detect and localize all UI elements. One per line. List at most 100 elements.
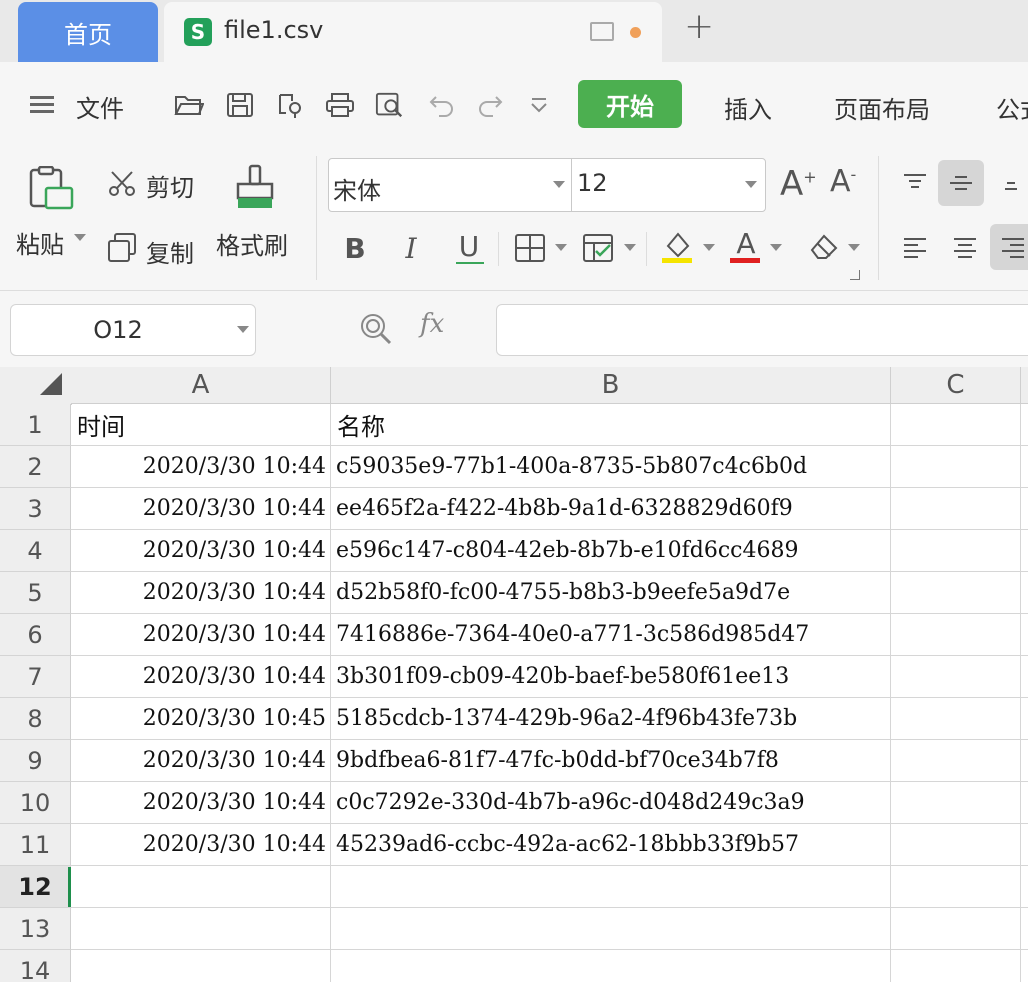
- table-cell[interactable]: [71, 908, 331, 950]
- table-cell[interactable]: [1021, 572, 1028, 614]
- monitor-icon[interactable]: [590, 22, 614, 41]
- row-header[interactable]: 6: [0, 614, 71, 656]
- print-preview-icon[interactable]: [375, 92, 405, 118]
- underline-button[interactable]: U: [454, 226, 484, 266]
- table-cell[interactable]: [891, 908, 1021, 950]
- row-header[interactable]: 11: [0, 824, 71, 866]
- grow-font-button[interactable]: A+: [780, 164, 817, 204]
- cell-style-dropdown-icon[interactable]: [624, 244, 636, 251]
- fill-color-dropdown-icon[interactable]: [703, 244, 715, 251]
- table-cell[interactable]: [1021, 782, 1028, 824]
- table-cell[interactable]: [1021, 824, 1028, 866]
- row-header[interactable]: 3: [0, 488, 71, 530]
- table-cell[interactable]: [891, 446, 1021, 488]
- font-name-dropdown-icon[interactable]: [553, 181, 565, 188]
- table-cell[interactable]: [331, 908, 891, 950]
- align-middle-icon[interactable]: [938, 160, 984, 206]
- table-cell[interactable]: [891, 866, 1021, 908]
- formula-input[interactable]: [496, 304, 1028, 356]
- font-size-field[interactable]: 12: [577, 169, 608, 197]
- table-cell[interactable]: ee465f2a-f422-4b8b-9a1d-6328829d60f9: [331, 488, 891, 530]
- borders-dropdown-icon[interactable]: [555, 244, 567, 251]
- table-cell[interactable]: [891, 530, 1021, 572]
- row-header[interactable]: 14: [0, 950, 71, 982]
- align-top-icon[interactable]: [892, 160, 938, 206]
- copy-button[interactable]: 复制: [146, 234, 194, 269]
- save-icon[interactable]: [225, 92, 255, 118]
- customize-dropdown-icon[interactable]: [524, 92, 554, 118]
- table-cell[interactable]: [1021, 740, 1028, 782]
- tab-start[interactable]: 开始: [578, 80, 682, 128]
- table-cell[interactable]: 2020/3/30 10:44: [71, 572, 331, 614]
- table-cell[interactable]: [1021, 614, 1028, 656]
- row-header-selected[interactable]: 12: [0, 866, 71, 908]
- open-folder-icon[interactable]: [174, 92, 204, 118]
- table-cell[interactable]: 2020/3/30 10:44: [71, 740, 331, 782]
- column-header-d[interactable]: [1021, 367, 1028, 404]
- undo-icon[interactable]: [427, 92, 457, 118]
- table-cell[interactable]: [1021, 530, 1028, 572]
- export-icon[interactable]: [276, 92, 306, 118]
- tab-file[interactable]: S file1.csv: [164, 2, 662, 62]
- table-cell[interactable]: 2020/3/30 10:44: [71, 488, 331, 530]
- print-icon[interactable]: [325, 92, 355, 118]
- row-header[interactable]: 4: [0, 530, 71, 572]
- paste-icon[interactable]: [28, 165, 74, 212]
- table-cell[interactable]: [1021, 488, 1028, 530]
- table-cell[interactable]: [891, 824, 1021, 866]
- table-cell[interactable]: [891, 488, 1021, 530]
- align-center-icon[interactable]: [942, 224, 988, 270]
- hamburger-menu-icon[interactable]: [30, 96, 54, 99]
- row-header[interactable]: 5: [0, 572, 71, 614]
- font-size-dropdown-icon[interactable]: [745, 181, 757, 188]
- font-color-dropdown-icon[interactable]: [770, 244, 782, 251]
- table-cell[interactable]: 2020/3/30 10:44: [71, 614, 331, 656]
- table-cell[interactable]: [891, 740, 1021, 782]
- paste-dropdown-icon[interactable]: [74, 234, 86, 241]
- font-name-field[interactable]: 宋体: [333, 171, 381, 206]
- table-cell[interactable]: c59035e9-77b1-400a-8735-5b807c4c6b0d: [331, 446, 891, 488]
- font-color-button[interactable]: A: [730, 226, 762, 260]
- zoom-search-icon[interactable]: [358, 311, 394, 347]
- table-cell[interactable]: [71, 950, 331, 982]
- row-header[interactable]: 7: [0, 656, 71, 698]
- name-box-dropdown-icon[interactable]: [237, 326, 249, 333]
- table-cell[interactable]: 名称: [331, 404, 891, 446]
- tab-home[interactable]: 首页: [18, 2, 158, 62]
- table-cell[interactable]: 3b301f09-cb09-420b-baef-be580f61ee13: [331, 656, 891, 698]
- file-menu[interactable]: 文件: [76, 89, 124, 124]
- table-cell[interactable]: [891, 614, 1021, 656]
- align-right-icon[interactable]: [990, 224, 1028, 270]
- borders-icon[interactable]: [514, 233, 546, 263]
- table-cell[interactable]: [1021, 698, 1028, 740]
- table-cell[interactable]: 2020/3/30 10:44: [71, 656, 331, 698]
- table-cell[interactable]: [1021, 950, 1028, 982]
- table-cell[interactable]: 2020/3/30 10:44: [71, 824, 331, 866]
- eraser-dropdown-icon[interactable]: [848, 244, 860, 251]
- table-cell[interactable]: [891, 698, 1021, 740]
- bold-button[interactable]: B: [340, 228, 370, 268]
- column-header-c[interactable]: C: [891, 367, 1021, 404]
- insert-function-button[interactable]: fx: [420, 309, 444, 339]
- column-header-a[interactable]: A: [71, 367, 331, 404]
- row-header[interactable]: 9: [0, 740, 71, 782]
- table-cell[interactable]: [1021, 404, 1028, 446]
- align-bottom-icon[interactable]: [988, 160, 1028, 206]
- row-header[interactable]: 2: [0, 446, 71, 488]
- cut-button[interactable]: 剪切: [146, 168, 194, 203]
- row-header[interactable]: 1: [0, 404, 71, 446]
- new-tab-button[interactable]: +: [684, 6, 714, 47]
- select-all-button[interactable]: [0, 367, 72, 405]
- table-cell[interactable]: [1021, 446, 1028, 488]
- table-cell[interactable]: [1021, 908, 1028, 950]
- table-cell[interactable]: [891, 656, 1021, 698]
- column-header-b[interactable]: B: [331, 367, 891, 404]
- align-left-icon[interactable]: [892, 224, 938, 270]
- table-cell[interactable]: [891, 572, 1021, 614]
- tab-insert[interactable]: 插入: [724, 90, 772, 125]
- tab-formula[interactable]: 公式: [996, 90, 1028, 125]
- name-box[interactable]: O12: [10, 304, 256, 356]
- table-cell[interactable]: [1021, 866, 1028, 908]
- table-cell[interactable]: 5185cdcb-1374-429b-96a2-4f96b43fe73b: [331, 698, 891, 740]
- cell-style-icon[interactable]: [582, 233, 616, 263]
